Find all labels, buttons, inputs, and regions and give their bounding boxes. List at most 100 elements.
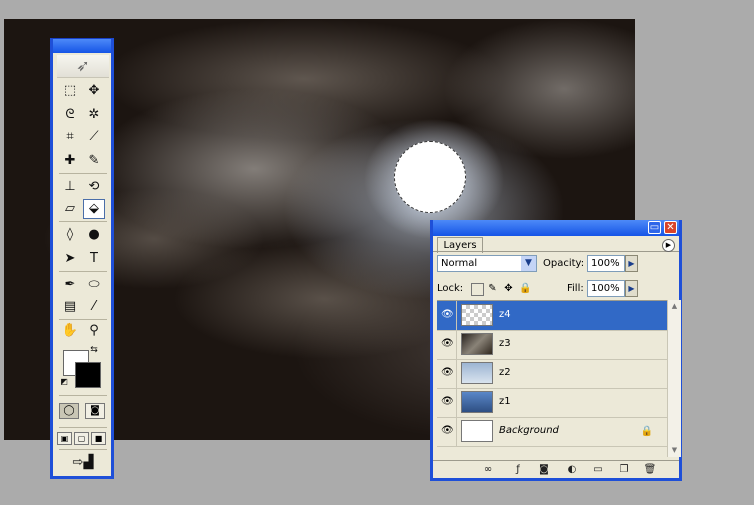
layer-name: z3	[499, 338, 511, 349]
chevron-down-icon[interactable]: ▼	[521, 256, 536, 271]
fill-slider-arrow-icon[interactable]: ▶	[625, 280, 638, 297]
layers-panel: ▭ ✕ Layers ▶ Normal ▼ Opacity: 100% ▶ Lo…	[430, 220, 682, 481]
crop-icon[interactable]: ⌗	[59, 127, 81, 147]
swap-colors-icon[interactable]: ⇆	[87, 344, 101, 356]
layer-name: Background	[499, 425, 559, 436]
blend-mode-value: Normal	[441, 258, 478, 269]
type-icon[interactable]: T	[83, 249, 105, 269]
lasso-icon[interactable]: ᘓ	[59, 105, 81, 125]
eye-icon[interactable]: 👁	[441, 396, 454, 408]
pen-icon[interactable]: ✒	[59, 275, 81, 295]
move-icon[interactable]: ✥	[83, 81, 105, 101]
layer-thumbnail	[461, 304, 493, 326]
toolbox-divider	[59, 427, 107, 428]
visibility-toggle[interactable]: 👁	[437, 301, 457, 330]
link-layers-icon[interactable]: ∞	[481, 463, 495, 477]
eye-icon[interactable]: 👁	[441, 309, 454, 321]
history-brush-icon[interactable]: ⟲	[83, 177, 105, 197]
toolbox-divider	[59, 173, 107, 174]
toolbox-divider	[59, 221, 107, 222]
opacity-label: Opacity:	[543, 258, 585, 269]
layer-name: z2	[499, 367, 511, 378]
toolbox-divider	[59, 319, 107, 320]
healing-brush-icon[interactable]: ✚	[59, 151, 81, 171]
layer-row[interactable]: 👁 z1	[437, 388, 667, 418]
lock-transparency-icon[interactable]	[471, 283, 484, 296]
new-layer-icon[interactable]: ❐	[617, 463, 631, 477]
clone-stamp-icon[interactable]: ⊥	[59, 177, 81, 197]
lock-icon: 🔒	[640, 426, 653, 437]
full-screen-menu-mode-icon[interactable]: ▢	[74, 432, 89, 445]
zoom-icon[interactable]: ⚲	[83, 321, 105, 341]
scroll-up-icon[interactable]: ▲	[668, 300, 681, 313]
layer-list: 👁 z4 👁 z3 👁 z2 👁 z1 👁 Background 🔒	[437, 300, 667, 458]
path-selection-icon[interactable]: ➤	[59, 249, 81, 269]
lock-label: Lock:	[437, 283, 464, 294]
lock-position-icon[interactable]: ✥	[503, 283, 514, 294]
paint-bucket-icon[interactable]: ⬙	[83, 199, 105, 219]
fill-label: Fill:	[567, 283, 584, 294]
blur-icon[interactable]: ◊	[59, 225, 81, 245]
quick-mask-button[interactable]: ◙	[85, 403, 105, 419]
layer-name: z4	[499, 309, 511, 320]
layer-row[interactable]: 👁 z3	[437, 330, 667, 360]
toolbox-titlebar[interactable]	[53, 39, 111, 53]
panel-menu-icon[interactable]: ▶	[662, 239, 675, 252]
visibility-toggle[interactable]: 👁	[437, 417, 457, 446]
ellipse-shape-icon[interactable]: ⬭	[83, 275, 105, 295]
adjustment-layer-icon[interactable]: ◐	[565, 463, 579, 477]
eye-icon[interactable]: 👁	[441, 338, 454, 350]
trash-icon[interactable]: 🗑	[643, 463, 657, 477]
standard-screen-mode-icon[interactable]: ▣	[57, 432, 72, 445]
fill-field[interactable]: 100%	[587, 280, 625, 297]
layer-thumbnail	[461, 391, 493, 413]
notes-icon[interactable]: ▤	[59, 297, 81, 317]
full-screen-mode-icon[interactable]: ■	[91, 432, 106, 445]
layer-thumbnail	[461, 362, 493, 384]
visibility-toggle[interactable]: 👁	[437, 388, 457, 417]
standard-mode-button[interactable]: ◯	[59, 403, 79, 419]
tools-palette: ➶ ⇆ ◩ ◯ ◙ ▣ ▢ ■ ⇨▟ ⬚ ✥ ᘓ ✲ ⌗ ⟋ ✚ ✎ ⊥ ⟲ ▱ ⬙ ◊ ● ➤ T ✒ ⬭ ▤ ⁄ ✋…	[50, 38, 114, 479]
visibility-toggle[interactable]: 👁	[437, 359, 457, 388]
layer-row[interactable]: 👁 Background 🔒	[437, 417, 667, 447]
eyedropper-icon[interactable]: ⁄	[83, 297, 105, 317]
toolbox-divider	[59, 449, 107, 450]
eye-icon[interactable]: 👁	[441, 367, 454, 379]
opacity-slider-arrow-icon[interactable]: ▶	[625, 255, 638, 272]
default-colors-icon[interactable]: ◩	[59, 377, 69, 387]
opacity-field[interactable]: 100%	[587, 255, 625, 272]
dodge-icon[interactable]: ●	[83, 225, 105, 245]
new-group-icon[interactable]: ▭	[591, 463, 605, 477]
background-color-swatch[interactable]	[75, 362, 101, 388]
close-icon[interactable]: ✕	[664, 221, 677, 234]
jump-to-imageready-icon[interactable]: ⇨▟	[63, 453, 103, 473]
eraser-icon[interactable]: ▱	[59, 199, 81, 219]
tab-strip	[433, 251, 679, 252]
blend-mode-select[interactable]: Normal ▼	[437, 255, 537, 272]
feather-logo-icon[interactable]: ➶	[57, 55, 109, 78]
hand-icon[interactable]: ✋	[59, 321, 81, 341]
visibility-toggle[interactable]: 👁	[437, 330, 457, 359]
layers-bottom-bar: ∞ ƒ ◙ ◐ ▭ ❐ 🗑	[433, 460, 679, 479]
minimize-icon[interactable]: ▭	[648, 221, 661, 234]
layer-thumbnail	[461, 333, 493, 355]
scroll-down-icon[interactable]: ▼	[668, 444, 681, 457]
circular-selection	[394, 141, 466, 213]
lock-pixels-brush-icon[interactable]: ✎	[487, 283, 498, 294]
layer-thumbnail	[461, 420, 493, 442]
layer-list-scrollbar[interactable]: ▲ ▼	[667, 300, 681, 457]
eye-icon[interactable]: 👁	[441, 425, 454, 437]
layer-row[interactable]: 👁 z2	[437, 359, 667, 389]
layer-row[interactable]: 👁 z4	[437, 301, 667, 331]
toolbox-divider	[59, 395, 107, 396]
brush-icon[interactable]: ✎	[83, 151, 105, 171]
layers-titlebar[interactable]: ▭ ✕	[433, 220, 679, 236]
add-mask-icon[interactable]: ◙	[537, 463, 551, 477]
layer-name: z1	[499, 396, 511, 407]
rectangular-marquee-icon[interactable]: ⬚	[59, 81, 81, 101]
toolbox-divider	[59, 271, 107, 272]
magic-wand-icon[interactable]: ✲	[83, 105, 105, 125]
lock-all-icon[interactable]: 🔒	[519, 283, 531, 294]
slice-icon[interactable]: ⟋	[83, 127, 105, 147]
layer-style-icon[interactable]: ƒ	[511, 463, 525, 477]
